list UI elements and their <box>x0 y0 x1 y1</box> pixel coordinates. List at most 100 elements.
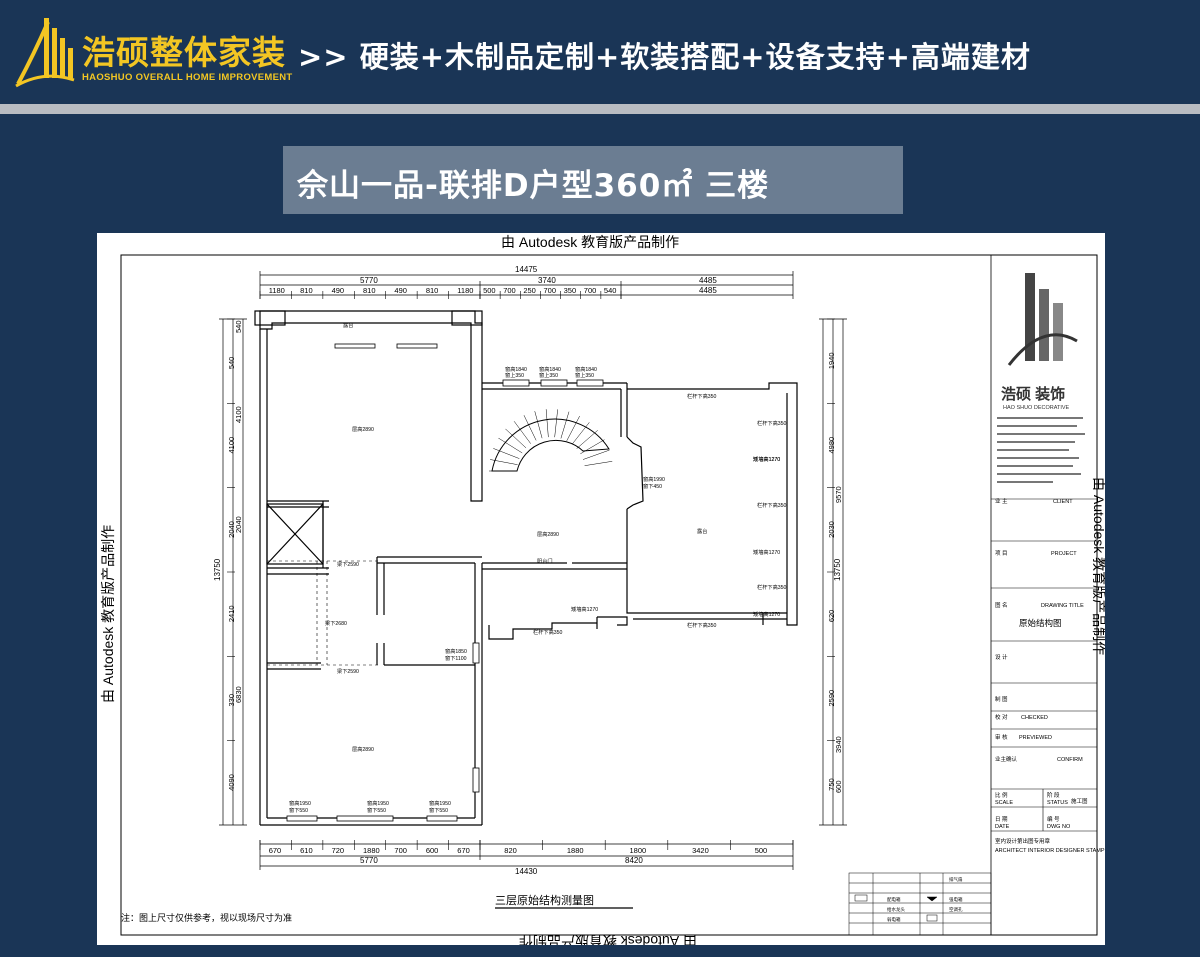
top-mid-total-dim: 3740 <box>538 276 556 285</box>
plan-label: 梁下2590 <box>337 560 359 568</box>
legend-table <box>848 872 992 936</box>
dimension-value: 1880 <box>567 846 584 855</box>
dimension-value: 490 <box>394 286 407 295</box>
plan-label: 露台 <box>697 527 707 535</box>
dimension-value: 2030 <box>827 521 836 538</box>
plan-label: 栏杆下高350 <box>687 392 717 400</box>
dimension-value: 500 <box>755 846 768 855</box>
dimension-value: 250 <box>523 286 536 295</box>
top-right-sub-dim: 4485 <box>699 286 717 295</box>
tb-reviewed-en: PREVIEWED <box>1019 735 1052 741</box>
plan-label: 窗高1850 <box>445 647 467 655</box>
stair-tread <box>493 448 520 459</box>
dimension-value: 350 <box>564 286 577 295</box>
legend-label: 给水龙头 <box>887 906 905 913</box>
tb-scale-en: SCALE <box>995 800 1013 806</box>
plan-label: 层高2890 <box>352 425 374 433</box>
dimension-value: 4100 <box>234 406 243 423</box>
plan-label: 窗下450 <box>643 482 662 490</box>
dimension-value: 2410 <box>227 605 236 622</box>
plan-label: 窗上350 <box>505 371 524 379</box>
bottom-right-segment-dims: 820 1880 1800 3420 500 <box>479 840 794 855</box>
dimension-value: 6830 <box>234 686 243 703</box>
company-name: 浩硕 装饰 <box>1001 385 1065 403</box>
dimension-value: 1180 <box>269 286 285 295</box>
brand-name-en: HAOSHUO OVERALL HOME IMPROVEMENT <box>82 72 293 83</box>
dimension-value: 620 <box>827 610 836 623</box>
plan-label: 窗高1840 <box>575 365 597 373</box>
stair-tread <box>582 449 610 460</box>
stair-tread <box>584 461 613 466</box>
bottom-overall-dim: 14430 <box>515 867 538 876</box>
tb-date-en: DATE <box>995 824 1010 830</box>
dimension-value: 610 <box>300 846 313 855</box>
plan-label: 矮墙高1270 <box>753 610 780 618</box>
tb-project-en: PROJECT <box>1051 551 1077 557</box>
tb-date-label: 日 期 <box>995 816 1008 823</box>
dimension-value: 3940 <box>834 736 843 753</box>
page-title-banner: 佘山一品-联排D户型360㎡ 三楼 <box>283 146 903 214</box>
title-block <box>991 498 1097 832</box>
plan-label: 矮墙高1270 <box>753 455 780 463</box>
tb-drawing-en: DRAWING TITLE <box>1041 603 1084 609</box>
left-segment-dims: 5404100204024103304090540410020406830 <box>227 318 243 791</box>
plan-label: 窗下550 <box>289 806 308 814</box>
plan-label: 窗高1950 <box>429 799 451 807</box>
service-slogan: >> 硬装+木制品定制+软装搭配+设备支持+高端建材 <box>298 40 1031 74</box>
floor-plan-walls <box>254 310 798 826</box>
plan-label: 梁下2680 <box>325 619 347 627</box>
right-overall-dim: 13750 <box>833 558 842 581</box>
dimension-value: 540 <box>234 320 243 333</box>
top-mid-segment-dims: 500 700 250 700 350 700 540 <box>479 286 622 299</box>
page-title: 佘山一品-联排D户型360㎡ 三楼 <box>297 168 770 204</box>
top-overall-dim: 14475 <box>515 265 538 274</box>
dimension-value: 810 <box>426 286 439 295</box>
bottom-dimension-lines <box>259 840 794 870</box>
tb-stamp-label: 室内设计第出图专用章 <box>995 837 1051 845</box>
tb-dwg-en: DWG NO <box>1047 824 1071 830</box>
dimension-value: 3420 <box>692 846 709 855</box>
tb-confirm-en: CONFIRM <box>1057 757 1083 763</box>
legend-label: 排气扇 <box>949 876 963 883</box>
plan-label: 栏杆下高350 <box>533 628 563 636</box>
dimension-value: 500 <box>483 286 496 295</box>
tb-status-value: 施工图 <box>1071 797 1088 805</box>
stair-tread <box>545 409 549 438</box>
plan-label: 栏杆下高350 <box>757 501 787 509</box>
dimension-value: 4100 <box>227 437 236 454</box>
watermark-right: 由 Autodesk 教育版产品制作 <box>1091 477 1105 655</box>
legend-label: 强电箱 <box>949 896 963 903</box>
plan-label: 窗下550 <box>367 806 386 814</box>
dimension-value: 540 <box>604 286 617 295</box>
tb-project-label: 项 目 <box>995 550 1008 557</box>
tb-status-label: 阶 段 <box>1047 791 1060 799</box>
tb-status-en: STATUS <box>1047 800 1068 806</box>
stair-tread <box>498 437 523 454</box>
dimension-value: 1180 <box>457 286 473 295</box>
brand-name: 浩硕整体家装 <box>82 33 286 72</box>
legend-label: 空调孔 <box>949 906 963 913</box>
dimension-value: 700 <box>394 846 407 855</box>
legend-label: 弱电箱 <box>887 916 901 923</box>
drawing-note: 注：图上尺寸仅供参考，视以现场尺寸为准 <box>121 912 292 923</box>
dimension-value: 670 <box>269 846 282 855</box>
plan-label: 窗高1840 <box>539 365 561 373</box>
plan-label: 窗高1840 <box>505 365 527 373</box>
dimension-value: 600 <box>834 780 843 793</box>
floor-plan-drawing: 由 Autodesk 教育版产品制作 由 Autodesk 教育版产品制作 由 … <box>97 233 1105 945</box>
drawing-caption: 三层原始结构测量图 <box>495 893 594 907</box>
header-divider <box>0 104 1200 114</box>
plan-label: 层高2890 <box>352 745 374 753</box>
tb-checked-label: 校 对 <box>995 713 1008 721</box>
watermark-left: 由 Autodesk 教育版产品制作 <box>100 525 116 703</box>
company-logo-icon <box>1007 273 1078 366</box>
dimension-value: 700 <box>503 286 516 295</box>
window-openings <box>286 343 604 822</box>
tb-client-en: CLIENT <box>1053 499 1073 505</box>
watermark-bottom: 由 Autodesk 教育版产品制作 <box>519 933 697 945</box>
right-segment-dims: 194049802030620259075095703940600 <box>827 318 843 793</box>
plan-label: 栏杆下高350 <box>687 621 717 629</box>
tb-reviewed-label: 审 核 <box>995 733 1008 741</box>
dimension-value: 1800 <box>630 846 647 855</box>
plan-label: 层高2890 <box>537 530 559 538</box>
